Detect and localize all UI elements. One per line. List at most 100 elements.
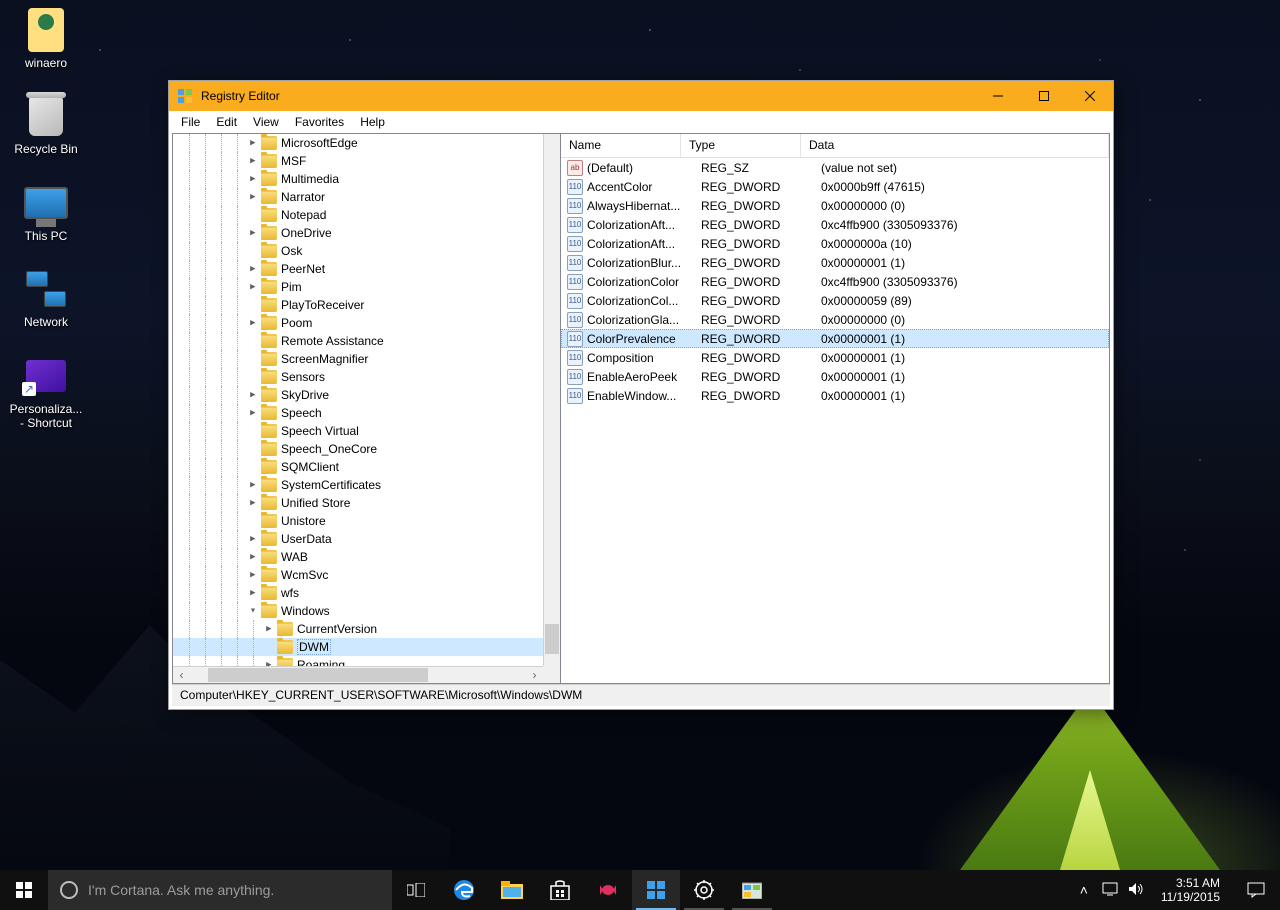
tree-item[interactable]: ▶WcmSvc	[173, 566, 543, 584]
value-row[interactable]: 110EnableAeroPeekREG_DWORD0x00000001 (1)	[561, 367, 1109, 386]
tree-item[interactable]: ▶Poom	[173, 314, 543, 332]
tree-item[interactable]: ▼Windows	[173, 602, 543, 620]
value-row[interactable]: 110AlwaysHibernat...REG_DWORD0x00000000 …	[561, 196, 1109, 215]
tree-item[interactable]: ▶PeerNet	[173, 260, 543, 278]
tree-item[interactable]: Remote Assistance	[173, 332, 543, 350]
winaero-icon[interactable]: winaero	[8, 8, 84, 70]
tree-item[interactable]: ▶CurrentVersion	[173, 620, 543, 638]
winaero-tweaker-app[interactable]	[632, 870, 680, 910]
tree-item[interactable]: ▶Narrator	[173, 188, 543, 206]
minimize-button[interactable]	[975, 81, 1021, 111]
tree-item[interactable]: Notepad	[173, 206, 543, 224]
tree-expander-icon[interactable]: ▶	[245, 548, 261, 566]
action-center-button[interactable]	[1236, 870, 1276, 910]
tree-item[interactable]: Speech Virtual	[173, 422, 543, 440]
tree-expander-icon[interactable]: ▶	[245, 224, 261, 242]
taskbar-clock[interactable]: 3:51 AM 11/19/2015	[1153, 876, 1228, 905]
start-button[interactable]	[0, 870, 48, 910]
maximize-button[interactable]	[1021, 81, 1067, 111]
tree-expander-icon[interactable]: ▶	[261, 620, 277, 638]
value-row[interactable]: 110ColorizationColorREG_DWORD0xc4ffb900 …	[561, 272, 1109, 291]
tree-item[interactable]: ▶OneDrive	[173, 224, 543, 242]
column-type[interactable]: Type	[681, 134, 801, 157]
tree-expander-icon[interactable]: ▶	[245, 152, 261, 170]
tree-item[interactable]: ▶MSF	[173, 152, 543, 170]
menu-help[interactable]: Help	[352, 113, 393, 131]
titlebar[interactable]: Registry Editor	[169, 81, 1113, 111]
tree-item[interactable]: Unistore	[173, 512, 543, 530]
tree-item[interactable]: Speech_OneCore	[173, 440, 543, 458]
this-pc-icon[interactable]: This PC	[8, 181, 84, 243]
value-row[interactable]: ab(Default)REG_SZ(value not set)	[561, 158, 1109, 177]
registry-tree[interactable]: ▶MicrosoftEdge▶MSF▶Multimedia▶NarratorNo…	[173, 134, 543, 666]
menu-view[interactable]: View	[245, 113, 287, 131]
tray-chevron-up-icon[interactable]: ˄	[1075, 882, 1093, 898]
tree-expander-icon[interactable]: ▶	[245, 404, 261, 422]
file-explorer-app[interactable]	[488, 870, 536, 910]
store-app[interactable]	[536, 870, 584, 910]
tray-network-icon[interactable]	[1101, 882, 1119, 899]
tray-volume-icon[interactable]	[1127, 882, 1145, 899]
tree-item[interactable]: ▶Unified Store	[173, 494, 543, 512]
scrollbar-thumb[interactable]	[545, 624, 559, 654]
value-row[interactable]: 110ColorizationBlur...REG_DWORD0x0000000…	[561, 253, 1109, 272]
edge-app[interactable]	[440, 870, 488, 910]
menu-favorites[interactable]: Favorites	[287, 113, 352, 131]
tree-expander-icon[interactable]: ▶	[245, 476, 261, 494]
tree-item[interactable]: ▶Multimedia	[173, 170, 543, 188]
tree-item[interactable]: ▶Roaming	[173, 656, 543, 666]
scroll-right-icon[interactable]: ›	[526, 668, 543, 682]
value-row[interactable]: 110CompositionREG_DWORD0x00000001 (1)	[561, 348, 1109, 367]
tree-expander-icon[interactable]: ▶	[245, 314, 261, 332]
value-row[interactable]: 110ColorizationGla...REG_DWORD0x00000000…	[561, 310, 1109, 329]
value-row[interactable]: 110AccentColorREG_DWORD0x0000b9ff (47615…	[561, 177, 1109, 196]
values-list[interactable]: ab(Default)REG_SZ(value not set)110Accen…	[561, 158, 1109, 683]
tree-item[interactable]: DWM	[173, 638, 543, 656]
settings-app[interactable]	[680, 870, 728, 910]
tree-expander-icon[interactable]: ▶	[245, 260, 261, 278]
task-view-button[interactable]	[392, 870, 440, 910]
tree-item[interactable]: ▶wfs	[173, 584, 543, 602]
value-row[interactable]: 110ColorPrevalenceREG_DWORD0x00000001 (1…	[561, 329, 1109, 348]
value-row[interactable]: 110ColorizationCol...REG_DWORD0x00000059…	[561, 291, 1109, 310]
tree-expander-icon[interactable]: ▶	[245, 278, 261, 296]
tree-expander-icon[interactable]: ▶	[245, 170, 261, 188]
column-name[interactable]: Name	[561, 134, 681, 157]
tree-vertical-scrollbar[interactable]	[543, 134, 560, 666]
tree-item[interactable]: ▶MicrosoftEdge	[173, 134, 543, 152]
tree-item[interactable]: Sensors	[173, 368, 543, 386]
value-row[interactable]: 110EnableWindow...REG_DWORD0x00000001 (1…	[561, 386, 1109, 405]
tree-item[interactable]: ScreenMagnifier	[173, 350, 543, 368]
scrollbar-thumb[interactable]	[208, 668, 428, 682]
value-row[interactable]: 110ColorizationAft...REG_DWORD0x0000000a…	[561, 234, 1109, 253]
app-unknown1[interactable]	[584, 870, 632, 910]
tree-expander-icon[interactable]: ▶	[245, 134, 261, 152]
tree-expander-icon[interactable]: ▶	[245, 530, 261, 548]
tree-item[interactable]: SQMClient	[173, 458, 543, 476]
tree-item[interactable]: PlayToReceiver	[173, 296, 543, 314]
network-icon[interactable]: Network	[8, 267, 84, 329]
column-data[interactable]: Data	[801, 134, 1109, 157]
regedit-app[interactable]	[728, 870, 776, 910]
tree-expander-icon[interactable]: ▶	[245, 188, 261, 206]
tree-expander-icon[interactable]: ▶	[245, 386, 261, 404]
tree-horizontal-scrollbar[interactable]: ‹ ›	[173, 666, 543, 683]
tree-expander-icon[interactable]: ▶	[261, 656, 277, 666]
tree-item[interactable]: ▶SkyDrive	[173, 386, 543, 404]
tree-item[interactable]: ▶UserData	[173, 530, 543, 548]
tree-item[interactable]: Osk	[173, 242, 543, 260]
menu-file[interactable]: File	[173, 113, 208, 131]
cortana-search[interactable]: I'm Cortana. Ask me anything.	[48, 870, 392, 910]
value-row[interactable]: 110ColorizationAft...REG_DWORD0xc4ffb900…	[561, 215, 1109, 234]
tree-expander-icon[interactable]: ▶	[245, 494, 261, 512]
menu-edit[interactable]: Edit	[208, 113, 245, 131]
tree-expander-icon[interactable]: ▼	[245, 602, 261, 620]
tree-item[interactable]: ▶Speech	[173, 404, 543, 422]
recycle-bin-icon[interactable]: Recycle Bin	[8, 94, 84, 156]
tree-expander-icon[interactable]: ▶	[245, 584, 261, 602]
tree-item[interactable]: ▶WAB	[173, 548, 543, 566]
personalization-shortcut-icon[interactable]: Personaliza... - Shortcut	[8, 354, 84, 431]
tree-item[interactable]: ▶SystemCertificates	[173, 476, 543, 494]
tree-item[interactable]: ▶Pim	[173, 278, 543, 296]
close-button[interactable]	[1067, 81, 1113, 111]
